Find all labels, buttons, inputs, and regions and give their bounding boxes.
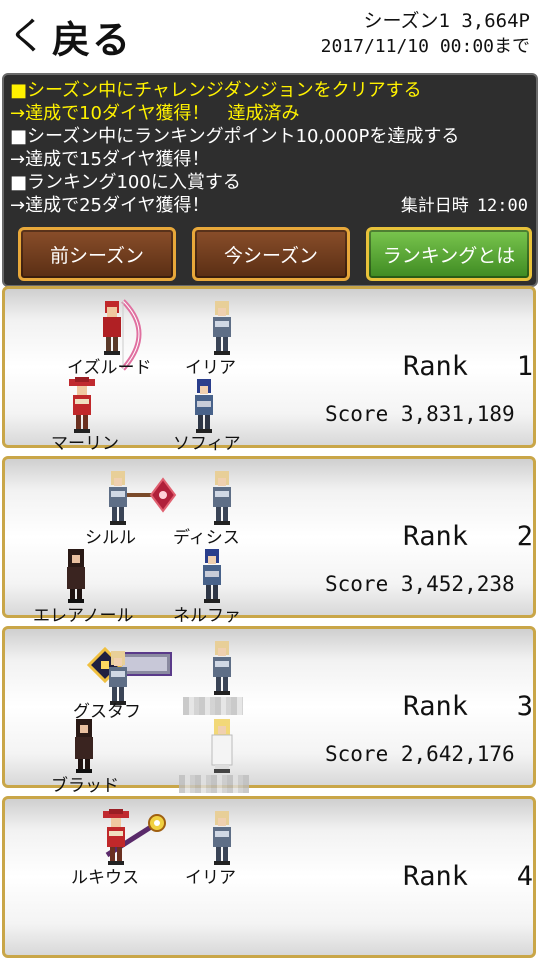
party-member bbox=[177, 639, 267, 715]
character-sprite-icon bbox=[75, 719, 93, 773]
score-label: Score 3,452,238 bbox=[325, 572, 515, 596]
character-name: イリア bbox=[185, 358, 236, 378]
current-season-button[interactable]: 今シーズン bbox=[192, 227, 350, 281]
about-ranking-button[interactable]: ランキングとは bbox=[366, 227, 532, 281]
mission-line: →達成で15ダイヤ獲得！ bbox=[10, 149, 210, 170]
character-name: エレアノール bbox=[33, 606, 134, 626]
party-member: グスタフ bbox=[73, 643, 163, 722]
season-info: シーズン1 3,664P 2017/11/10 00:00まで bbox=[321, 8, 530, 60]
mission-line: →達成で10ダイヤ獲得！ 達成済み bbox=[10, 103, 300, 124]
party-member: ブラッド bbox=[51, 717, 141, 796]
character-name: マーリン bbox=[51, 434, 119, 454]
mission-line: ■シーズン中にランキングポイント10,000Pを達成する bbox=[10, 126, 460, 147]
rank-card-2[interactable]: シルル ディシス エレアノール ネルファ Rank 2 Score 3,452,… bbox=[2, 456, 536, 626]
party-member: ディシス bbox=[173, 469, 267, 548]
rank-card-4[interactable]: ルキウス イリア Rank 4 bbox=[2, 796, 536, 958]
header: く 戻る シーズン1 3,664P 2017/11/10 00:00まで bbox=[0, 0, 540, 72]
rank-label: Rank 4 bbox=[403, 861, 534, 892]
rank-card-3[interactable]: グスタフ ブラッド Rank 3 Score 2,642,176 bbox=[2, 626, 536, 796]
blurred-name bbox=[179, 775, 249, 793]
character-name: ネルファ bbox=[173, 606, 241, 626]
party-member: エレアノール bbox=[33, 547, 133, 626]
rank-card-1[interactable]: イズルード イリア マーリン ソフィア Rank 1 Score 3,831,1… bbox=[2, 286, 536, 454]
character-sprite-icon bbox=[213, 301, 231, 355]
character-name: イズルード bbox=[67, 358, 152, 378]
party-member: ソフィア bbox=[173, 379, 263, 455]
character-name: ルキウス bbox=[71, 868, 139, 888]
character-name: イリア bbox=[185, 868, 236, 888]
mission-panel: ■シーズン中にチャレンジダンジョンをクリアする →達成で10ダイヤ獲得！ 達成済… bbox=[2, 73, 538, 287]
character-sprite-icon bbox=[109, 471, 127, 525]
character-sprite-icon bbox=[67, 549, 85, 603]
rank-label: Rank 2 bbox=[403, 521, 534, 552]
mission-line: ■シーズン中にチャレンジダンジョンをクリアする bbox=[10, 80, 422, 101]
character-name: ディシス bbox=[173, 528, 240, 548]
chevron-left-icon: く bbox=[8, 14, 47, 58]
character-sprite-icon bbox=[203, 549, 221, 603]
season-end-date: 2017/11/10 00:00まで bbox=[320, 36, 530, 57]
score-label: Score 3,831,189 bbox=[325, 402, 515, 426]
party-member: マーリン bbox=[51, 377, 141, 455]
prev-season-button[interactable]: 前シーズン bbox=[18, 227, 176, 281]
character-name: ソフィア bbox=[173, 434, 241, 454]
character-sprite-icon bbox=[211, 718, 233, 774]
character-sprite-icon bbox=[213, 641, 231, 695]
party-member bbox=[177, 717, 267, 793]
character-sprite-icon bbox=[69, 377, 95, 433]
blurred-name bbox=[183, 697, 243, 715]
character-sprite-icon bbox=[195, 379, 213, 433]
party-member: ルキウス bbox=[71, 809, 161, 888]
character-sprite-icon bbox=[103, 809, 129, 865]
collect-time: 集計日時 12:00 bbox=[401, 191, 528, 216]
party-member: イリア bbox=[177, 809, 267, 888]
character-name: ブラッド bbox=[51, 776, 119, 796]
score-label: Score 2,642,176 bbox=[325, 742, 515, 766]
party-member: ネルファ bbox=[173, 547, 263, 626]
character-sprite-icon bbox=[103, 301, 121, 355]
season-points: シーズン1 3,664P bbox=[363, 10, 530, 32]
collect-time-value: 12:00 bbox=[476, 196, 528, 216]
back-label: 戻る bbox=[52, 17, 133, 62]
rank-label: Rank 3 bbox=[403, 691, 534, 722]
character-sprite-icon bbox=[213, 471, 231, 525]
rank-label: Rank 1 bbox=[403, 351, 534, 382]
character-sprite-icon bbox=[213, 811, 231, 865]
party-member: イズルード bbox=[67, 299, 157, 378]
party-member: シルル bbox=[73, 469, 163, 548]
collect-label: 集計日時 bbox=[400, 196, 469, 216]
party-member: イリア bbox=[177, 299, 267, 378]
back-button[interactable]: く 戻る bbox=[8, 10, 132, 62]
